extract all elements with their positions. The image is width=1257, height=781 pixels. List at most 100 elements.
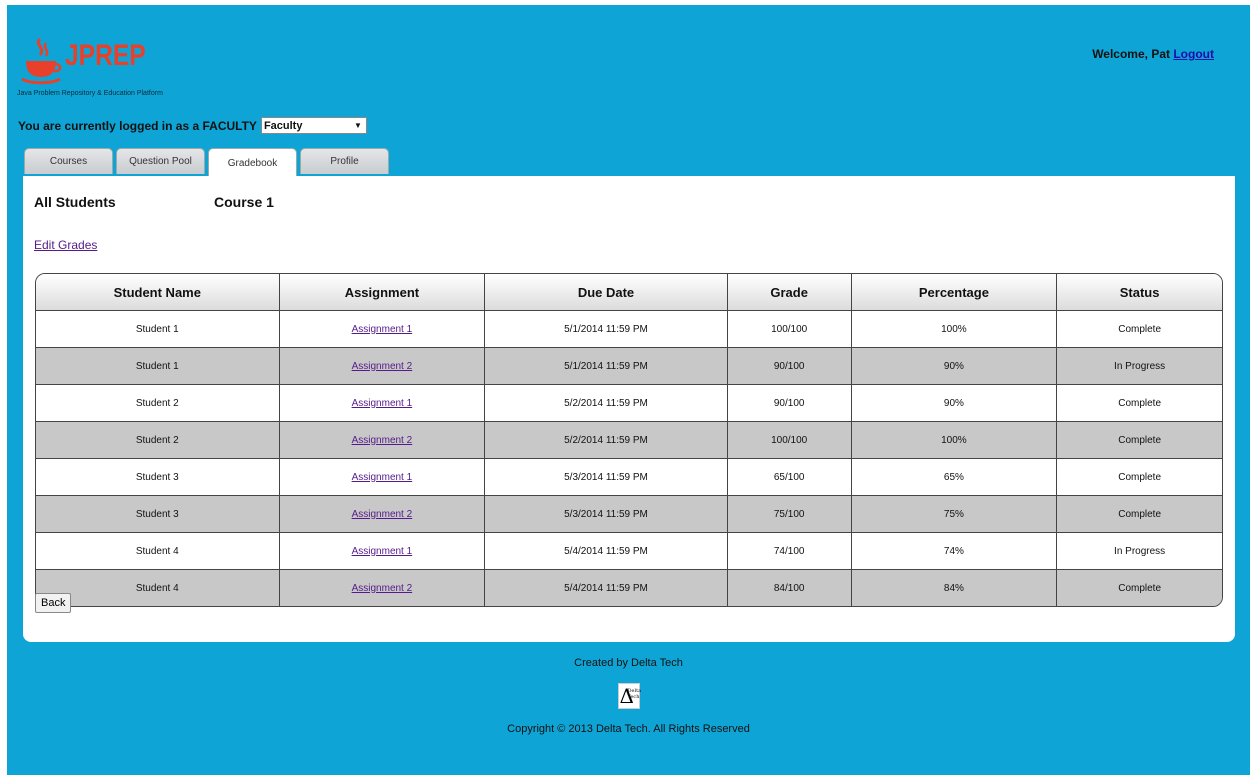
table-row: Student 4 Assignment 1 5/4/2014 11:59 PM 74… xyxy=(36,533,1222,570)
table-row: Student 1 Assignment 1 5/1/2014 11:59 PM 10… xyxy=(36,311,1222,348)
student-name-cell: Student 2 xyxy=(36,422,280,459)
java-cup-icon xyxy=(21,37,62,85)
app-frame: JPREP Java Problem Repository & Educatio… xyxy=(7,5,1250,775)
percentage-cell: 100% xyxy=(851,311,1058,348)
grade-cell: 84/100 xyxy=(727,570,852,606)
student-name-cell: Student 2 xyxy=(36,385,280,422)
due-date-cell: 5/4/2014 11:59 PM xyxy=(485,533,728,570)
table-row: Student 4 Assignment 2 5/4/2014 11:59 PM 84… xyxy=(36,570,1222,606)
percentage-cell: 100% xyxy=(851,422,1058,459)
tab-bar: Courses Question Pool Gradebook Profile xyxy=(24,148,389,177)
header-assignment: Assignment xyxy=(279,274,486,311)
student-name-cell: Student 1 xyxy=(36,348,280,385)
assignment-cell: Assignment 2 xyxy=(279,570,486,606)
footer: Created by Delta Tech Δ Delta Tech Copyr… xyxy=(7,657,1250,735)
assignment-link[interactable]: Assignment 2 xyxy=(352,509,413,520)
table-row: Student 2 Assignment 1 5/2/2014 11:59 PM 90… xyxy=(36,385,1222,422)
header-student-name: Student Name xyxy=(36,274,280,311)
grade-cell: 90/100 xyxy=(727,348,852,385)
role-text: You are currently logged in as a FACULTY xyxy=(18,118,257,133)
delta-tech-logo: Δ Delta Tech xyxy=(617,683,642,709)
table-row: Student 3 Assignment 1 5/3/2014 11:59 PM 65… xyxy=(36,459,1222,496)
status-cell: Complete xyxy=(1057,459,1222,496)
tab-profile[interactable]: Profile xyxy=(300,148,389,174)
role-select[interactable]: Faculty ▼ xyxy=(260,117,367,134)
due-date-cell: 5/2/2014 11:59 PM xyxy=(485,385,728,422)
grade-cell: 65/100 xyxy=(727,459,852,496)
gradebook-panel: All Students Course 1 Edit Grades Studen… xyxy=(23,176,1235,642)
created-by-text: Created by Delta Tech xyxy=(574,657,683,669)
assignment-cell: Assignment 1 xyxy=(279,533,486,570)
header-percentage: Percentage xyxy=(851,274,1058,311)
tab-question-pool[interactable]: Question Pool xyxy=(116,148,205,174)
assignment-link[interactable]: Assignment 1 xyxy=(352,324,413,335)
student-name-cell: Student 4 xyxy=(36,533,280,570)
assignment-cell: Assignment 2 xyxy=(279,496,486,533)
percentage-cell: 84% xyxy=(851,570,1058,606)
assignment-cell: Assignment 1 xyxy=(279,385,486,422)
assignment-link[interactable]: Assignment 1 xyxy=(352,398,413,409)
grades-body: Student 1 Assignment 1 5/1/2014 11:59 PM 10… xyxy=(36,311,1222,606)
copyright-text: Copyright © 2013 Delta Tech. All Rights … xyxy=(507,723,750,735)
assignment-link[interactable]: Assignment 2 xyxy=(352,583,413,594)
status-cell: Complete xyxy=(1057,496,1222,533)
edit-grades-link[interactable]: Edit Grades xyxy=(34,238,97,252)
welcome-text: Welcome, Pat xyxy=(1092,47,1170,61)
assignment-link[interactable]: Assignment 1 xyxy=(352,546,413,557)
table-row: Student 1 Assignment 2 5/1/2014 11:59 PM 90… xyxy=(36,348,1222,385)
chevron-down-icon: ▼ xyxy=(354,121,362,130)
assignment-link[interactable]: Assignment 2 xyxy=(352,361,413,372)
header-due-date: Due Date xyxy=(485,274,728,311)
assignment-cell: Assignment 2 xyxy=(279,348,486,385)
table-header-row: Student Name Assignment Due Date Grade P… xyxy=(36,274,1222,311)
course-heading: Course 1 xyxy=(214,194,274,210)
assignment-cell: Assignment 2 xyxy=(279,422,486,459)
header-grade: Grade xyxy=(727,274,852,311)
scope-heading: All Students xyxy=(34,194,116,210)
welcome-area: Welcome, Pat Logout xyxy=(1092,47,1214,61)
percentage-cell: 74% xyxy=(851,533,1058,570)
percentage-cell: 65% xyxy=(851,459,1058,496)
student-name-cell: Student 1 xyxy=(36,311,280,348)
due-date-cell: 5/4/2014 11:59 PM xyxy=(485,570,728,606)
status-cell: Complete xyxy=(1057,311,1222,348)
percentage-cell: 75% xyxy=(851,496,1058,533)
delta-tech-logo-text: Delta Tech xyxy=(627,688,642,700)
status-cell: Complete xyxy=(1057,385,1222,422)
table-row: Student 3 Assignment 2 5/3/2014 11:59 PM 75… xyxy=(36,496,1222,533)
due-date-cell: 5/1/2014 11:59 PM xyxy=(485,311,728,348)
assignment-link[interactable]: Assignment 2 xyxy=(352,435,413,446)
table-row: Student 2 Assignment 2 5/2/2014 11:59 PM 10… xyxy=(36,422,1222,459)
student-name-cell: Student 3 xyxy=(36,459,280,496)
grade-cell: 90/100 xyxy=(727,385,852,422)
role-select-value: Faculty xyxy=(263,119,303,132)
back-button[interactable]: Back xyxy=(35,593,72,613)
due-date-cell: 5/1/2014 11:59 PM xyxy=(485,348,728,385)
assignment-cell: Assignment 1 xyxy=(279,311,486,348)
due-date-cell: 5/3/2014 11:59 PM xyxy=(485,496,728,533)
assignment-link[interactable]: Assignment 1 xyxy=(352,472,413,483)
logo-name: JPREP xyxy=(65,39,146,72)
tab-gradebook[interactable]: Gradebook xyxy=(208,148,297,177)
student-name-cell: Student 3 xyxy=(36,496,280,533)
grade-cell: 100/100 xyxy=(727,422,852,459)
status-cell: In Progress xyxy=(1057,533,1222,570)
logo-subtitle: Java Problem Repository & Education Plat… xyxy=(17,90,163,97)
status-cell: In Progress xyxy=(1057,348,1222,385)
due-date-cell: 5/2/2014 11:59 PM xyxy=(485,422,728,459)
grade-cell: 100/100 xyxy=(727,311,852,348)
percentage-cell: 90% xyxy=(851,385,1058,422)
status-cell: Complete xyxy=(1057,570,1222,606)
tab-courses[interactable]: Courses xyxy=(24,148,113,174)
student-name-cell: Student 4 xyxy=(36,570,280,606)
logout-link[interactable]: Logout xyxy=(1173,47,1214,61)
grades-table: Student Name Assignment Due Date Grade P… xyxy=(35,273,1223,607)
status-cell: Complete xyxy=(1057,422,1222,459)
assignment-cell: Assignment 1 xyxy=(279,459,486,496)
percentage-cell: 90% xyxy=(851,348,1058,385)
grade-cell: 75/100 xyxy=(727,496,852,533)
due-date-cell: 5/3/2014 11:59 PM xyxy=(485,459,728,496)
header-status: Status xyxy=(1057,274,1222,311)
grade-cell: 74/100 xyxy=(727,533,852,570)
jprep-logo[interactable]: JPREP Java Problem Repository & Educatio… xyxy=(17,37,237,107)
